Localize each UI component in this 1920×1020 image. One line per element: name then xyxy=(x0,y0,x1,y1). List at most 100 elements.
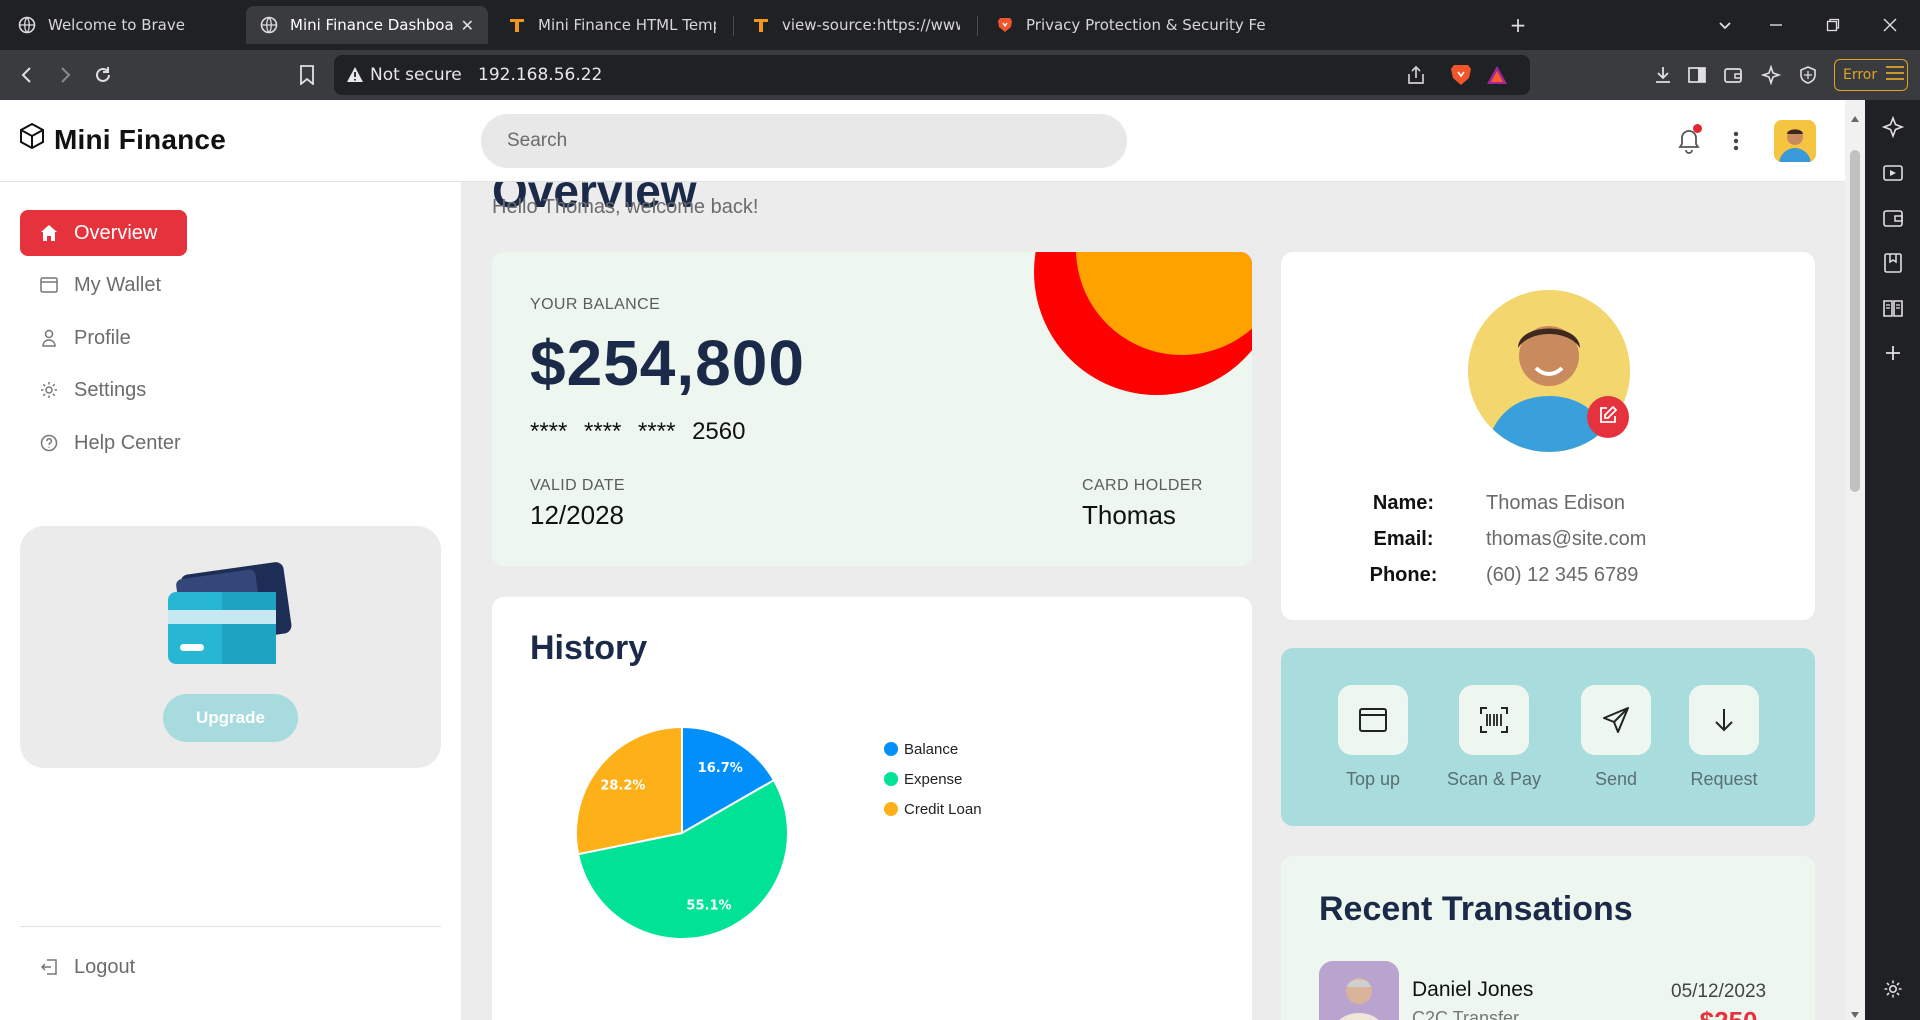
forward-arrow-icon[interactable] xyxy=(52,62,78,88)
edit-photo-button[interactable] xyxy=(1587,396,1629,438)
profile-key: Email: xyxy=(1373,527,1434,550)
scroll-down-arrow-icon[interactable] xyxy=(1850,1004,1860,1020)
minimize-icon[interactable] xyxy=(1763,12,1789,38)
transaction-date: 05/12/2023 xyxy=(1671,981,1767,1002)
leo-ai-icon[interactable] xyxy=(1758,62,1784,88)
send-button[interactable]: Send xyxy=(1561,685,1671,790)
history-card: History 16.7% 55.1% 28.2% Balance Expense … xyxy=(492,597,1252,1020)
close-window-icon[interactable] xyxy=(1877,12,1903,38)
tab-welcome[interactable]: Welcome to Brave xyxy=(4,6,240,44)
reading-list-icon[interactable] xyxy=(1880,295,1906,321)
profile-phone-row: Phone: (60) 12 345 6789 xyxy=(1341,560,1761,590)
balance-amount: $254,800 xyxy=(530,327,805,399)
nav-label: Settings xyxy=(74,378,147,401)
wallet-icon[interactable] xyxy=(1880,205,1906,231)
action-label: Scan & Pay xyxy=(1446,769,1542,789)
legend-item-balance[interactable]: Balance xyxy=(884,734,982,764)
security-label[interactable]: Not secure xyxy=(370,65,462,85)
sidebar-settings-gear-icon[interactable] xyxy=(1880,976,1906,1002)
brave-shields-icon[interactable] xyxy=(1450,63,1472,91)
tab-search-chevron-icon[interactable] xyxy=(1712,12,1738,38)
new-tab-button[interactable]: + xyxy=(1505,12,1531,38)
back-arrow-icon[interactable] xyxy=(14,62,40,88)
legend-label: Expense xyxy=(904,770,963,788)
wallet-icon[interactable] xyxy=(1720,62,1746,88)
page-scrollbar[interactable] xyxy=(1845,100,1865,1020)
chart-legend: Balance Expense Credit Loan xyxy=(884,734,982,824)
action-label: Request xyxy=(1690,769,1758,789)
notification-dot xyxy=(1693,124,1702,133)
transaction-amount: -$250 xyxy=(1691,1006,1758,1020)
tooplate-t-icon xyxy=(752,16,770,34)
welcome-message: Hello Thomas, welcome back! xyxy=(492,196,759,218)
bookmarks-icon[interactable] xyxy=(1880,250,1906,276)
share-icon[interactable] xyxy=(1406,65,1426,89)
nav-item-logout[interactable]: Logout xyxy=(20,944,135,990)
tab-title: Privacy Protection & Security Featur xyxy=(1026,16,1266,34)
legend-item-expense[interactable]: Expense xyxy=(884,764,982,794)
downloads-icon[interactable] xyxy=(1650,62,1676,88)
address-bar[interactable]: Not secure 192.168.56.22 xyxy=(334,55,1530,95)
leo-sparkle-icon[interactable] xyxy=(1880,114,1906,140)
tab-mini-finance-dashboard[interactable]: Mini Finance Dashboard Templ ✕ xyxy=(246,6,488,44)
tab-mini-finance-template[interactable]: Mini Finance HTML Template by Toc xyxy=(494,6,730,44)
sidebar-toggle-icon[interactable] xyxy=(1684,62,1710,88)
nav-item-profile[interactable]: Profile xyxy=(20,315,131,361)
legend-dot xyxy=(884,802,898,816)
request-button[interactable]: Request xyxy=(1669,685,1779,790)
nav-item-help-center[interactable]: Help Center xyxy=(20,420,181,466)
search-input[interactable] xyxy=(481,114,1127,168)
home-icon xyxy=(38,224,60,242)
profile-card: Name: Thomas Edison Email: thomas@site.c… xyxy=(1281,252,1815,620)
question-circle-icon xyxy=(38,434,60,452)
url-text[interactable]: 192.168.56.22 xyxy=(478,65,602,85)
scroll-up-arrow-icon[interactable] xyxy=(1850,108,1860,127)
nav-item-overview[interactable]: Overview xyxy=(20,210,187,256)
warning-triangle-icon[interactable] xyxy=(346,66,364,87)
transaction-avatar xyxy=(1319,961,1399,1020)
error-menu-button[interactable]: Error xyxy=(1834,59,1908,91)
legend-item-credit-loan[interactable]: Credit Loan xyxy=(884,794,982,824)
brave-rewards-icon[interactable] xyxy=(1486,65,1508,89)
reload-icon[interactable] xyxy=(90,62,116,88)
globe-icon xyxy=(260,16,278,34)
credit-cards-illustration xyxy=(166,558,296,673)
tab-title: view-source:https://www.tooplate.co xyxy=(782,16,960,34)
globe-icon xyxy=(18,16,36,34)
tab-view-source[interactable]: view-source:https://www.tooplate.co xyxy=(738,6,974,44)
bookmark-icon[interactable] xyxy=(294,62,320,88)
more-options-icon[interactable] xyxy=(1726,128,1746,154)
close-tab-icon[interactable]: ✕ xyxy=(461,16,474,35)
profile-name-row: Name: Thomas Edison xyxy=(1341,488,1761,518)
tab-privacy[interactable]: Privacy Protection & Security Featur xyxy=(982,6,1482,44)
add-panel-plus-icon[interactable] xyxy=(1880,340,1906,366)
nav-divider xyxy=(20,926,441,927)
site-logo[interactable]: Mini Finance xyxy=(18,122,226,157)
scroll-thumb[interactable] xyxy=(1850,150,1860,492)
valid-date-value: 12/2028 xyxy=(530,500,624,530)
profile-key: Name: xyxy=(1372,491,1435,514)
nav-item-my-wallet[interactable]: My Wallet xyxy=(20,262,161,308)
legend-dot xyxy=(884,772,898,786)
restore-icon[interactable] xyxy=(1820,12,1846,38)
tab-title: Mini Finance HTML Template by Toc xyxy=(538,16,716,34)
side-navigation: Overview My Wallet Profile Settings Help… xyxy=(0,182,461,1020)
tab-divider xyxy=(733,16,734,36)
upgrade-button[interactable]: Upgrade xyxy=(163,694,298,742)
nav-label: Overview xyxy=(74,221,158,244)
pie-data-label: 16.7% xyxy=(698,761,743,776)
top-up-button[interactable]: Top up xyxy=(1318,685,1428,790)
legend-label: Credit Loan xyxy=(904,800,982,818)
page-viewport: Mini Finance Overview My Wallet xyxy=(0,100,1845,1020)
nav-item-settings[interactable]: Settings xyxy=(20,367,146,413)
site-header: Mini Finance xyxy=(0,100,1845,182)
vpn-icon[interactable] xyxy=(1795,62,1821,88)
notification-bell-icon[interactable] xyxy=(1676,124,1702,156)
scan-pay-button[interactable]: Scan & Pay xyxy=(1439,685,1549,790)
user-avatar[interactable] xyxy=(1774,120,1816,162)
box-icon xyxy=(18,122,46,157)
profile-value: thomas@site.com xyxy=(1486,527,1647,550)
logo-text: Mini Finance xyxy=(54,123,226,155)
talk-video-icon[interactable] xyxy=(1880,160,1906,186)
gear-icon xyxy=(38,381,60,399)
